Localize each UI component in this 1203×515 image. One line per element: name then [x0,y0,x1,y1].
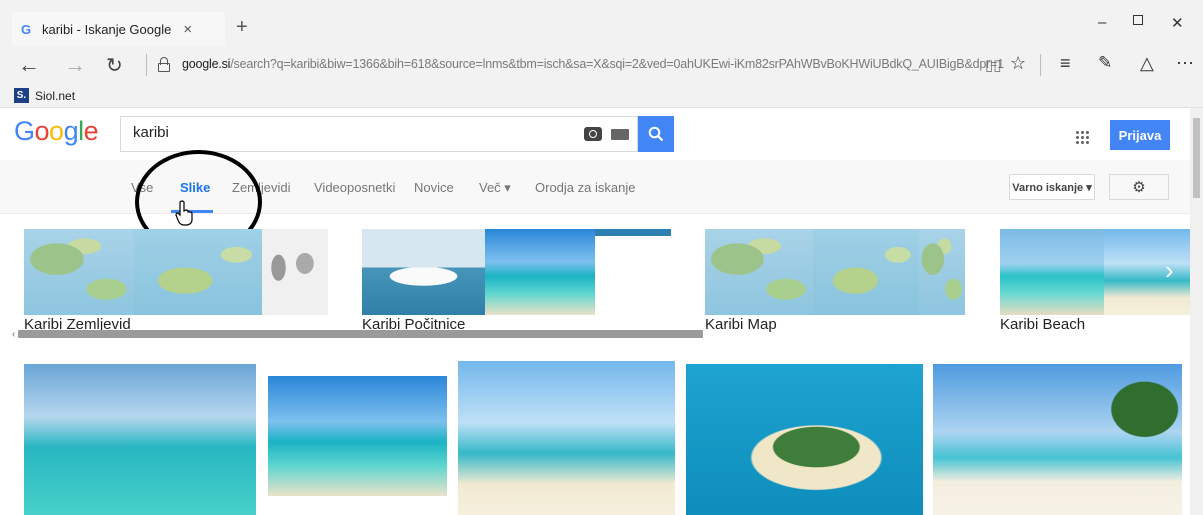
window-close-icon[interactable]: ✕ [1171,14,1184,32]
related-label[interactable]: Karibi Map [705,316,777,333]
related-label[interactable]: Karibi Beach [1000,316,1085,333]
favorite-siol-link[interactable]: Siol.net [35,89,75,103]
horizontal-scrollbar[interactable] [18,330,703,338]
map-thumbnail [705,229,813,315]
favorites-bar: S. Siol.net [0,84,1203,108]
scroll-left-arrow-icon[interactable]: ‹ [12,329,15,340]
search-input[interactable] [133,124,553,141]
image-result[interactable] [458,361,675,515]
map-thumbnail [134,229,262,315]
map-thumbnail [919,229,965,315]
related-card-karibi-zemljevid[interactable] [24,229,328,315]
forward-icon[interactable]: → [64,52,86,78]
hub-icon[interactable]: ≡ [1060,53,1071,74]
map-thumbnail [813,229,919,315]
map-thumbnail [262,229,328,315]
tab-news[interactable]: Novice [414,180,454,195]
logo-letter: o [49,116,64,146]
cruise-thumbnail [362,229,485,315]
favorite-star-icon[interactable]: ☆ [1010,53,1026,74]
image-result[interactable] [686,364,923,515]
vertical-scrollbar[interactable] [1190,108,1203,515]
new-tab-button[interactable]: + [236,16,248,39]
address-bar: ← → ↻ google.si/search?q=karibi&biw=1366… [0,46,1203,84]
reading-view-icon[interactable]: ▯▯ [985,56,1002,74]
keyboard-icon[interactable] [611,129,629,140]
more-icon[interactable]: ⋯ [1176,53,1194,74]
image-results [0,352,1190,515]
search-icon [648,126,664,142]
beach-thumbnail [485,229,595,315]
minimize-icon[interactable]: – [1098,14,1106,31]
beach-thumbnail [1104,229,1190,315]
related-card-karibi-map[interactable] [705,229,965,315]
url-field[interactable]: google.si/search?q=karibi&biw=1366&bih=6… [182,57,1004,71]
logo-letter: e [83,116,99,146]
image-result[interactable] [933,364,1182,515]
related-searches: Karibi Zemljevid Karibi Počitnice Karibi… [0,215,1190,343]
logo-letter: G [14,116,35,146]
apps-grid-icon[interactable] [1075,130,1089,144]
settings-gear-icon[interactable]: ⚙ [1109,174,1169,200]
url-host: google.si [182,57,231,71]
browser-tab-bar: G G karibi - Iskanje Google × + – ✕ [0,0,1203,46]
camera-icon[interactable] [584,127,602,141]
divider [146,54,147,76]
safe-search-dropdown[interactable]: Varno iskanje ▾ [1009,174,1095,200]
browser-tab[interactable]: G karibi - Iskanje Google × [12,12,225,46]
google-logo[interactable]: Google [14,116,99,147]
image-result[interactable] [268,376,447,496]
refresh-icon[interactable]: ↻ [106,53,123,78]
image-result[interactable] [24,364,256,515]
related-card-karibi-beach[interactable] [1000,229,1190,315]
back-icon[interactable]: ← [18,52,40,78]
tab-more[interactable]: Več ▾ [479,180,511,196]
chevron-right-icon[interactable]: › [1165,255,1174,286]
search-button[interactable] [638,116,674,152]
share-icon[interactable]: △ [1140,53,1154,74]
beach-thumbnail [1000,229,1104,315]
divider [1040,54,1041,76]
restore-icon[interactable] [1133,15,1143,25]
related-card-karibi-pocitnice[interactable] [362,229,671,315]
price-table-thumbnail [595,229,671,315]
tab-title: karibi - Iskanje Google [42,21,172,37]
url-path: /search?q=karibi&biw=1366&bih=618&source… [230,57,1004,71]
map-thumbnail [24,229,134,315]
search-tools[interactable]: Orodja za iskanje [535,180,635,195]
tab-videos[interactable]: Videoposnetki [314,180,395,195]
tab-close-icon[interactable]: × [183,21,192,38]
search-box [120,116,638,152]
google-favicon-icon: G [20,21,32,37]
web-note-icon[interactable]: ✎ [1098,53,1112,73]
logo-letter: o [34,116,50,146]
lock-icon [158,57,170,72]
scrollbar-thumb[interactable] [1193,118,1200,198]
siol-favicon-icon: S. [14,88,29,103]
logo-letter: g [63,116,79,146]
sign-in-button[interactable]: Prijava [1110,120,1170,150]
